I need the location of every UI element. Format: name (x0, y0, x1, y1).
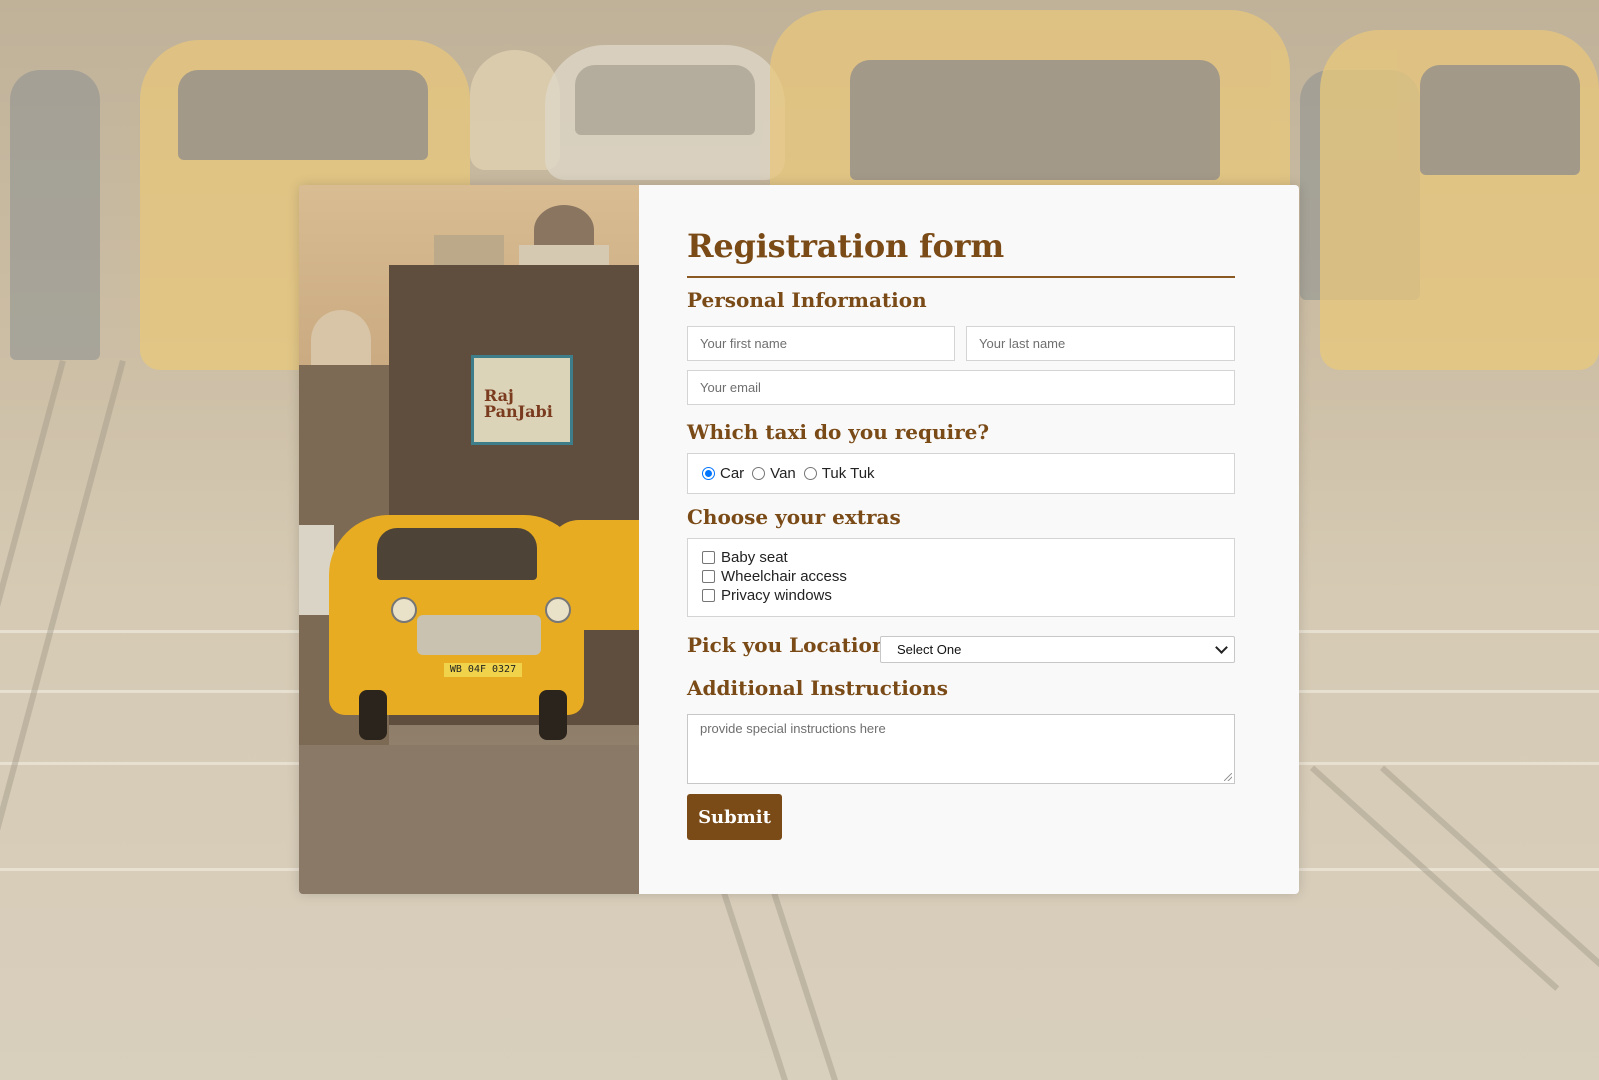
taxi-car-label[interactable]: Car (720, 465, 744, 482)
personal-info-heading: Personal Information (687, 288, 927, 312)
first-name-input[interactable] (687, 326, 955, 361)
taxi-car-radio[interactable] (702, 467, 715, 480)
taxi-van-radio[interactable] (752, 467, 766, 480)
title-divider (687, 276, 1235, 278)
registration-card: Raj PanJabi WB 04F 0327 Registration for… (299, 185, 1299, 894)
email-input[interactable] (687, 370, 1235, 405)
wheelchair-access-label[interactable]: Wheelchair access (721, 568, 847, 585)
submit-button[interactable]: Submit (687, 794, 782, 840)
taxi-type-heading: Which taxi do you require? (687, 420, 990, 444)
privacy-windows-checkbox[interactable] (702, 589, 715, 602)
instructions-textarea[interactable]: provide special instructions here (687, 714, 1235, 784)
privacy-windows-label[interactable]: Privacy windows (721, 587, 832, 604)
chevron-down-icon (1215, 641, 1228, 654)
baby-seat-checkbox[interactable] (702, 551, 715, 564)
instructions-heading: Additional Instructions (687, 676, 948, 700)
baby-seat-label[interactable]: Baby seat (721, 549, 788, 566)
taxi-street-photo: Raj PanJabi WB 04F 0327 (299, 185, 639, 894)
last-name-input[interactable] (966, 326, 1235, 361)
page-title: Registration form (687, 227, 1004, 265)
extras-heading: Choose your extras (687, 505, 901, 529)
taxi-van-label[interactable]: Van (770, 465, 796, 482)
location-select[interactable]: Select One (880, 636, 1235, 663)
license-plate: WB 04F 0327 (444, 663, 522, 677)
instructions-placeholder: provide special instructions here (700, 721, 886, 736)
extras-group: Baby seat Wheelchair access Privacy wind… (687, 538, 1235, 617)
wheelchair-access-checkbox[interactable] (702, 570, 715, 583)
location-heading: Pick you Location (687, 633, 887, 657)
resize-handle-icon[interactable] (1224, 773, 1232, 781)
taxi-tuktuk-label[interactable]: Tuk Tuk (822, 465, 875, 482)
billboard-text: Raj PanJabi (484, 386, 553, 421)
billboard: Raj PanJabi (471, 355, 573, 445)
location-select-value: Select One (897, 642, 962, 657)
taxi-tuktuk-radio[interactable] (803, 467, 817, 480)
taxi-type-group: Car Van Tuk Tuk (687, 453, 1235, 494)
